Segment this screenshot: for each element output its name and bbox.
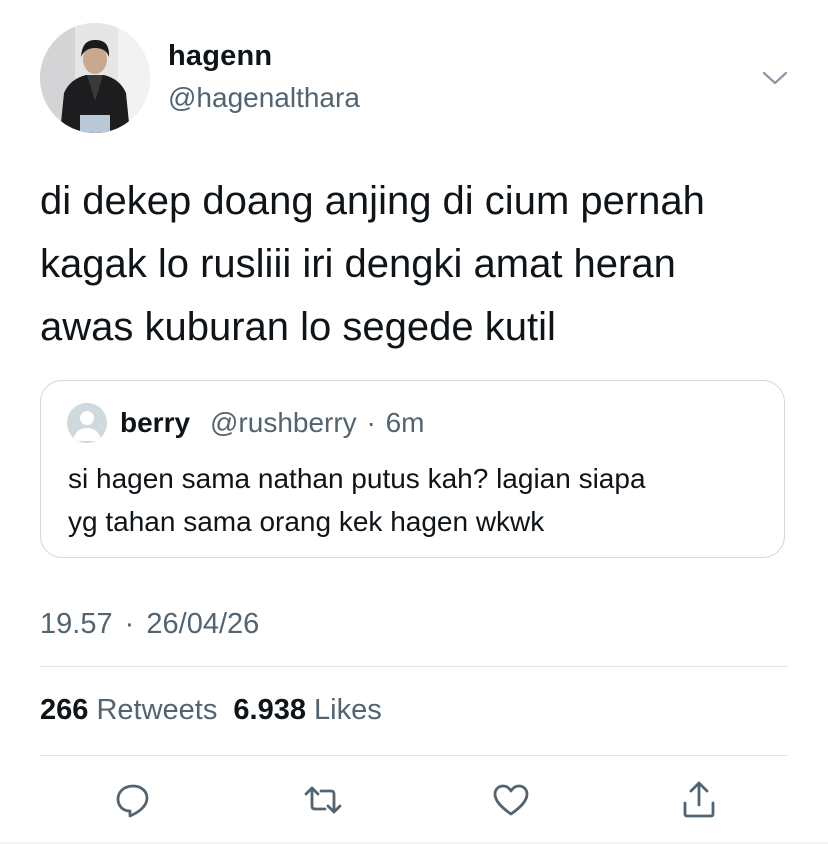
divider (40, 666, 788, 667)
engagement-stats: 266 Retweets 6.938 Likes (40, 694, 382, 727)
likes-count: 6.938 (233, 694, 306, 726)
chevron-down-icon[interactable] (759, 64, 791, 92)
share-button[interactable] (677, 778, 721, 822)
tweet-text-line: di dekep doang anjing di cium pernah (40, 179, 705, 223)
quoted-author-handle[interactable]: @rushberry (210, 407, 357, 438)
heart-icon (493, 784, 529, 816)
quoted-author-display-name[interactable]: berry (120, 407, 190, 439)
quoted-tweet-time: 6m (385, 407, 425, 438)
tweet-timestamp[interactable]: 19.57 · 26/04/26 (40, 608, 259, 641)
tweet-date: 26/04/26 (146, 608, 260, 640)
tweet-time: 19.57 (40, 608, 113, 640)
timestamp-separator: · (124, 608, 135, 640)
retweets-stat[interactable]: 266 Retweets (40, 694, 225, 726)
quoted-text-line: yg tahan sama orang kek hagen wkwk (68, 506, 545, 537)
retweet-icon (304, 786, 342, 814)
likes-label: Likes (314, 694, 382, 726)
reply-button[interactable] (111, 778, 155, 822)
retweet-button[interactable] (301, 778, 345, 822)
author-handle[interactable]: @hagenalthara (168, 82, 360, 114)
share-icon (683, 781, 715, 818)
tweet-text: di dekep doang anjing di cium pernah kag… (40, 170, 800, 359)
quoted-tweet-card[interactable]: berry @rushberry · 6m si hagen sama nath… (40, 380, 785, 558)
quoted-meta-separator: · (366, 407, 376, 438)
retweets-label: Retweets (96, 694, 218, 726)
retweets-count: 266 (40, 694, 89, 726)
author-display-name[interactable]: hagenn (168, 40, 272, 73)
likes-stat[interactable]: 6.938 Likes (233, 694, 381, 726)
divider (40, 755, 788, 756)
reply-icon (116, 784, 149, 818)
quoted-tweet-text: si hagen sama nathan putus kah? lagian s… (68, 457, 768, 543)
like-button[interactable] (489, 778, 533, 822)
tweet-text-line: awas kuburan lo segede kutil (40, 305, 556, 349)
tweet-text-line: kagak lo rusliii iri dengki amat heran (40, 242, 676, 286)
author-avatar[interactable] (40, 23, 150, 133)
quoted-author-avatar[interactable] (67, 403, 107, 443)
quoted-text-line: si hagen sama nathan putus kah? lagian s… (68, 463, 646, 494)
quoted-author-meta: @rushberry · 6m (210, 407, 424, 439)
